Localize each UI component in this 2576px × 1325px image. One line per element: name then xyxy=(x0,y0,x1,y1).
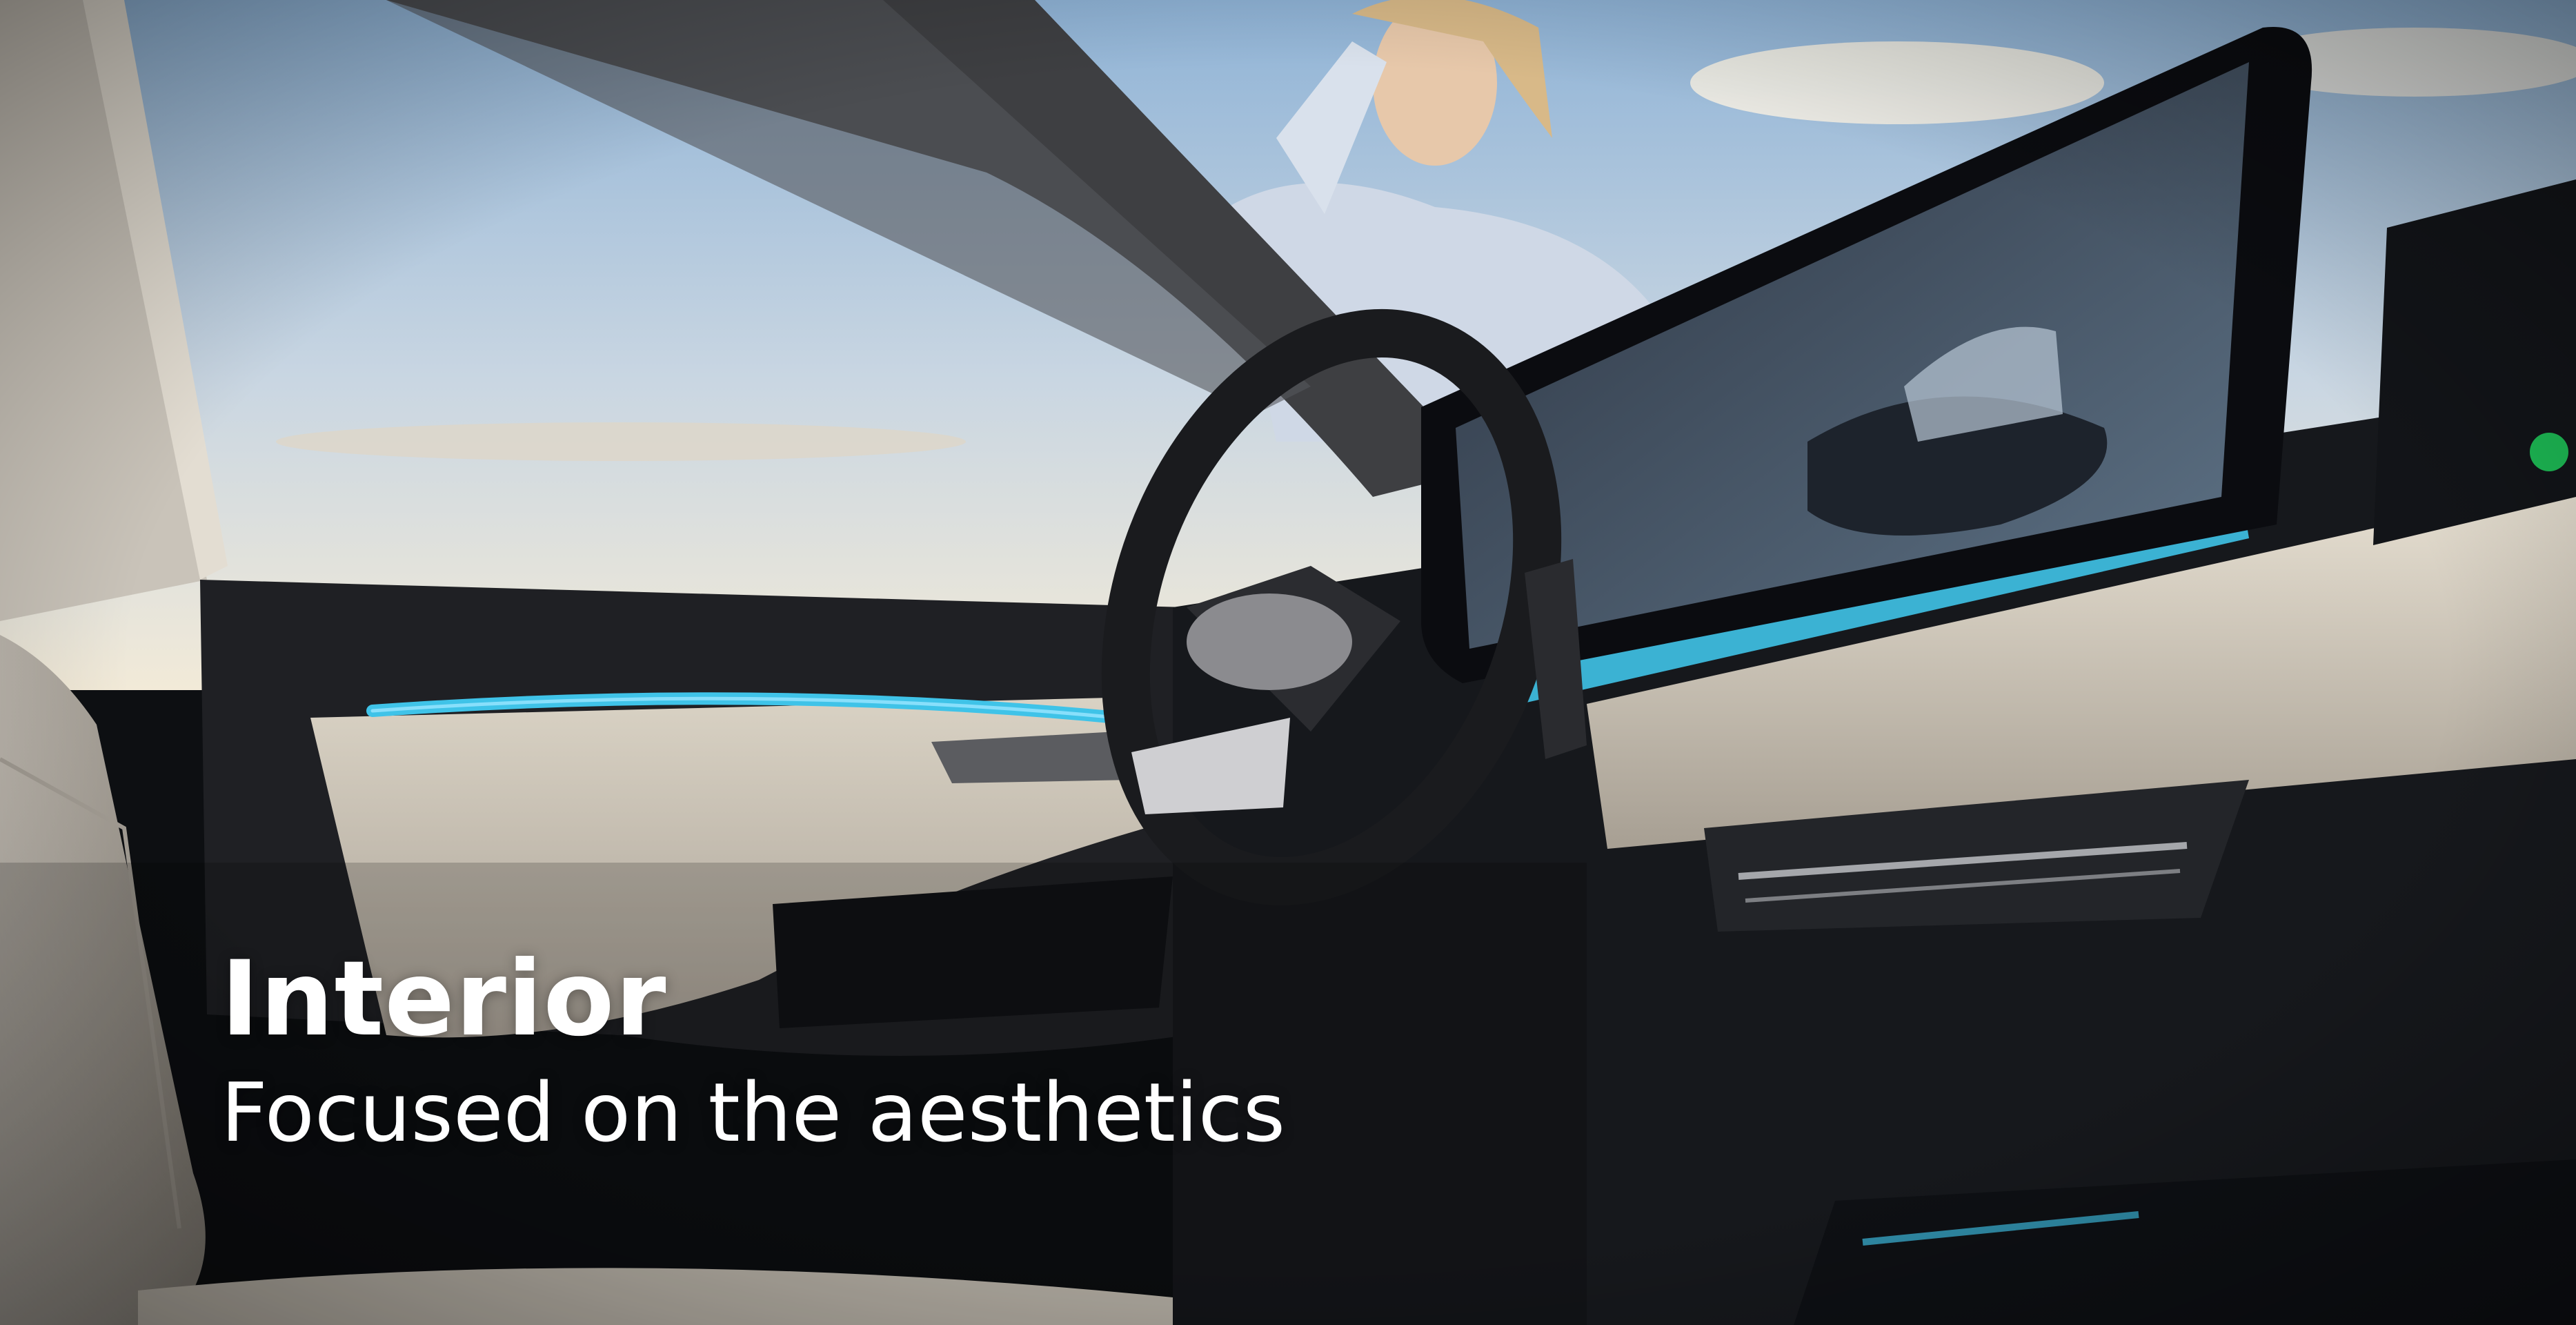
hero-banner: Interior Focused on the aesthetics xyxy=(0,0,2576,1325)
hero-caption: Interior Focused on the aesthetics xyxy=(221,945,1285,1161)
page-title: Interior xyxy=(221,939,667,1059)
page-subtitle: Focused on the aesthetics xyxy=(221,1064,1286,1160)
